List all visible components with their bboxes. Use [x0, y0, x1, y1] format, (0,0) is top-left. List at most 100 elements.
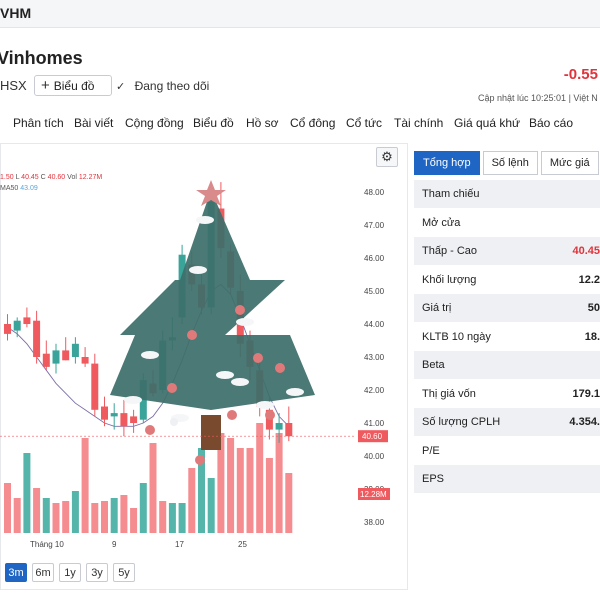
- info-row: Mở cửa: [414, 209, 600, 237]
- volume-bar: [91, 503, 99, 533]
- volume-bar: [159, 501, 167, 533]
- snow-patch: [124, 396, 142, 404]
- ornament: [235, 305, 245, 315]
- info-row: Khối lượng 12.2: [414, 266, 600, 294]
- range-tab-6m[interactable]: 6m: [32, 563, 54, 582]
- candle-body: [130, 416, 138, 423]
- candle-body: [42, 353, 50, 367]
- info-label: Số lượng CPLH: [422, 416, 501, 428]
- y-tick-label: 44.00: [364, 320, 385, 329]
- y-tick-label: 48.00: [364, 188, 385, 197]
- chart-button[interactable]: + Biểu đồ: [34, 75, 112, 96]
- candle-body: [275, 423, 283, 430]
- nav-item-ho-so[interactable]: Hồ sơ: [246, 116, 279, 130]
- volume-bar: [42, 498, 50, 533]
- candle-body: [110, 413, 118, 417]
- snow-patch: [256, 401, 274, 409]
- snow-patch: [216, 371, 234, 379]
- volume-bar: [81, 438, 89, 533]
- chart-button-label: Biểu đồ: [53, 78, 95, 93]
- range-tabs: 3m 6m 1y 3y 5y: [5, 563, 135, 582]
- price-change: -0.55: [563, 66, 598, 83]
- volume-tag-label: 12.28M: [360, 490, 387, 499]
- nav-item-phan-tich[interactable]: Phân tích: [13, 116, 64, 130]
- range-tab-3m[interactable]: 3m: [5, 563, 27, 582]
- info-row: P/E: [414, 437, 600, 465]
- company-name: Vinhomes: [0, 48, 83, 68]
- candle-body: [52, 350, 60, 364]
- top-bar: VHM: [0, 0, 600, 28]
- info-label: KLTB 10 ngày: [422, 330, 491, 343]
- volume-bar: [265, 458, 273, 533]
- snow-patch: [196, 216, 214, 224]
- price-chart[interactable]: 48.00 47.00 46.00 45.00 44.00 43.00 42.00 41.00…: [0, 160, 408, 560]
- nav-item-co-tuc[interactable]: Cổ tức: [346, 116, 382, 130]
- candle-body: [62, 350, 70, 361]
- y-tick-label: 46.00: [364, 254, 385, 263]
- info-label: Khối lượng: [422, 273, 477, 286]
- info-label: Mở cửa: [422, 216, 461, 229]
- nav-item-bai-viet[interactable]: Bài viết: [74, 116, 113, 130]
- nav-item-tai-chinh[interactable]: Tài chính: [394, 116, 443, 130]
- info-label: Tham chiếu: [422, 188, 480, 200]
- snowball: [170, 418, 178, 426]
- ornament: [167, 383, 177, 393]
- x-tick-label: 17: [175, 540, 184, 549]
- range-tab-5y[interactable]: 5y: [113, 563, 135, 582]
- volume-bar: [256, 423, 264, 533]
- tab-tong-hop[interactable]: Tổng hợp: [414, 151, 480, 175]
- info-value: 12.2: [578, 273, 600, 286]
- nav-item-cong-dong[interactable]: Cộng đồng: [125, 116, 184, 130]
- y-tick-label: 38.00: [364, 518, 385, 527]
- range-tab-3y[interactable]: 3y: [86, 563, 108, 582]
- tab-muc-gia[interactable]: Mức giá: [540, 151, 599, 175]
- check-icon: ✓: [116, 81, 126, 93]
- tree-foliage: [110, 190, 315, 410]
- tab-so-lenh[interactable]: Số lệnh: [482, 151, 538, 175]
- x-tick-label: Tháng 10: [30, 540, 64, 549]
- candle-body: [101, 406, 108, 420]
- nav-item-co-dong[interactable]: Cổ đông: [290, 116, 335, 130]
- snow-patch: [286, 388, 304, 396]
- snow-patch: [231, 378, 249, 386]
- y-tick-label: 47.00: [364, 221, 385, 230]
- exchange-label: HSX: [0, 78, 27, 93]
- volume-bar: [285, 473, 293, 533]
- info-value: 18.: [584, 330, 600, 343]
- volume-bar: [71, 491, 79, 533]
- volume-bar: [120, 495, 128, 533]
- volume-bar: [4, 483, 11, 533]
- nav-item-bao-cao[interactable]: Báo cáo: [529, 116, 573, 130]
- volume-bar: [62, 501, 70, 533]
- info-label: Giá trị: [422, 302, 452, 314]
- candle-body: [285, 423, 293, 437]
- snow-patch: [236, 318, 254, 326]
- ornament: [145, 425, 155, 435]
- ornament: [265, 410, 275, 420]
- y-tick-label: 42.00: [364, 386, 385, 395]
- info-label: Beta: [422, 359, 445, 371]
- info-row: Tham chiếu: [414, 180, 600, 209]
- follow-label: Đang theo dõi: [134, 79, 210, 93]
- range-tab-1y[interactable]: 1y: [59, 563, 81, 582]
- ticker-symbol: VHM: [0, 5, 32, 21]
- x-tick-label: 25: [238, 540, 247, 549]
- nav-item-gia-qua-khu[interactable]: Giá quá khứ: [454, 116, 520, 130]
- volume-bar: [227, 438, 235, 533]
- info-label: Thị giá vốn: [422, 387, 476, 400]
- info-row: Thấp - Cao 40.45: [414, 237, 600, 266]
- ornament: [275, 363, 285, 373]
- info-row: EPS: [414, 465, 600, 494]
- info-value: 40.45: [572, 245, 600, 257]
- info-row: Thị giá vốn 179.1: [414, 380, 600, 408]
- snow-patch: [141, 351, 159, 359]
- follow-button[interactable]: ✓ Đang theo dõi: [116, 79, 209, 93]
- candle-body: [33, 320, 41, 357]
- y-tick-label: 43.00: [364, 353, 385, 362]
- info-value: 4.354.: [569, 416, 600, 428]
- info-tabs: Tổng hợp Số lệnh Mức giá Th: [414, 151, 600, 175]
- nav-item-bieu-do[interactable]: Biểu đồ: [193, 116, 234, 130]
- ornament: [227, 410, 237, 420]
- volume-bar: [275, 433, 283, 533]
- info-row: KLTB 10 ngày 18.: [414, 323, 600, 351]
